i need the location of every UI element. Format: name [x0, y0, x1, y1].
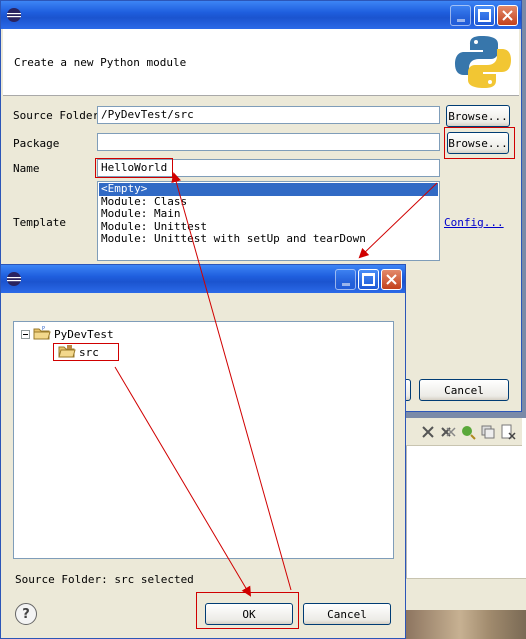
tree-node-project[interactable]: P PyDevTest — [21, 326, 114, 343]
remove-all-icon[interactable] — [440, 424, 456, 440]
collapse-icon[interactable] — [21, 330, 30, 339]
copy-icon[interactable] — [480, 424, 496, 440]
highlight-name-field — [95, 158, 173, 178]
template-item[interactable]: <Empty> — [99, 182, 438, 196]
template-item[interactable]: Module: Unittest with setUp and tearDown — [99, 232, 438, 246]
template-item[interactable]: Module: Main — [99, 207, 438, 221]
source-folder-label: Source Folder — [13, 109, 100, 122]
tree-label-project: PyDevTest — [54, 328, 114, 341]
folder-tree[interactable]: P PyDevTest src — [13, 321, 394, 559]
main-titlebar[interactable] — [1, 1, 521, 29]
name-label: Name — [13, 162, 40, 175]
folder-titlebar[interactable] — [1, 265, 405, 293]
close-button[interactable] — [497, 5, 518, 26]
close-button[interactable] — [381, 269, 402, 290]
view-toolbar — [406, 418, 522, 446]
package-label: Package — [13, 137, 60, 150]
template-list[interactable]: <Empty> Module: Class Module: Main Modul… — [97, 181, 440, 261]
project-folder-icon: P — [33, 326, 51, 343]
document-close-icon[interactable] — [500, 424, 516, 440]
python-logo-icon — [453, 33, 513, 91]
status-strip-background — [406, 578, 526, 611]
package-field[interactable] — [97, 133, 440, 151]
template-label: Template — [13, 216, 66, 229]
main-cancel-button[interactable]: Cancel — [419, 379, 509, 401]
minimize-button[interactable] — [450, 5, 471, 26]
wizard-description: Create a new Python module — [14, 56, 187, 69]
highlight-ok-button — [196, 592, 299, 629]
maximize-button[interactable] — [358, 269, 379, 290]
svg-text:P: P — [42, 326, 45, 332]
minimize-button[interactable] — [335, 269, 356, 290]
folder-selection-dialog: P PyDevTest src Source Folder: src selec… — [0, 264, 406, 639]
eclipse-icon — [6, 271, 22, 287]
selection-status: Source Folder: src selected — [15, 573, 194, 586]
run-icon[interactable] — [460, 424, 476, 440]
highlight-src-node — [53, 343, 119, 361]
highlight-browse-button — [444, 127, 515, 159]
source-folder-field[interactable]: /PyDevTest/src — [97, 106, 440, 124]
config-link[interactable]: Config... — [444, 216, 504, 229]
maximize-button[interactable] — [474, 5, 495, 26]
eclipse-icon — [6, 7, 22, 23]
folder-cancel-button[interactable]: Cancel — [303, 603, 391, 625]
remove-icon[interactable] — [420, 424, 436, 440]
source-folder-browse-button[interactable]: Browse... — [446, 105, 510, 127]
desktop-wallpaper — [406, 610, 526, 639]
wizard-header: Create a new Python module — [3, 29, 519, 96]
help-button[interactable]: ? — [15, 603, 37, 625]
